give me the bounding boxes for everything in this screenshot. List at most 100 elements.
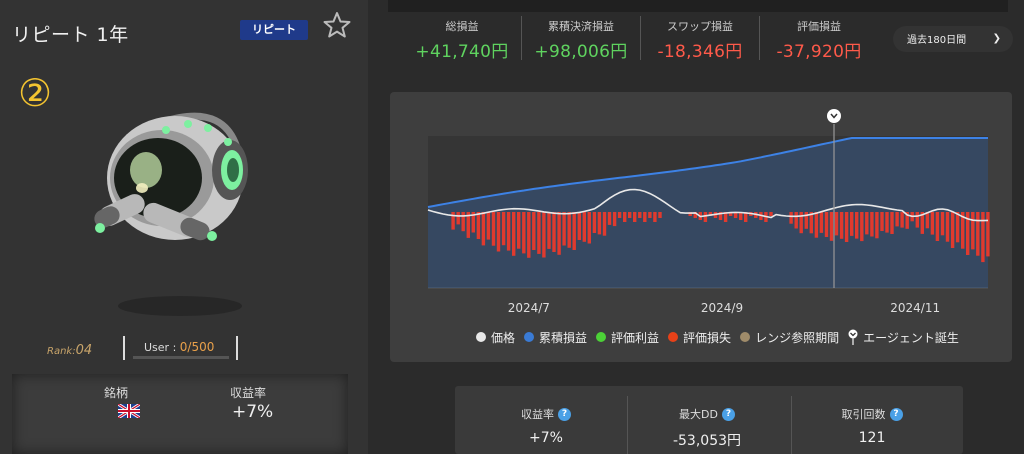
agent-birth-icon	[848, 329, 858, 345]
loss-bar	[844, 212, 849, 242]
divider	[791, 396, 792, 454]
legend-label: 累積損益	[539, 330, 588, 345]
loss-bar	[885, 212, 889, 233]
loss-bar	[532, 212, 536, 250]
loss-bar	[950, 212, 955, 248]
loss-bar	[607, 212, 612, 225]
legend-item-unrealized-gain[interactable]: 評価利益	[596, 329, 659, 346]
loss-bar	[769, 212, 773, 216]
loss-bar	[597, 212, 602, 235]
period-label: 過去180日間	[907, 35, 967, 46]
loss-bar	[496, 212, 501, 252]
loss-bar	[638, 212, 642, 218]
loss-bar	[925, 212, 930, 229]
x-tick-label: 2024/7	[508, 301, 550, 315]
legend-dot	[596, 332, 607, 342]
loss-bar	[522, 212, 526, 254]
loss-bar	[602, 212, 607, 236]
loss-bar	[517, 212, 521, 249]
loss-bar	[955, 212, 960, 243]
loss-bar	[648, 212, 652, 218]
return-value: +7%	[232, 402, 274, 422]
stat-label: 累積決済損益	[548, 20, 614, 33]
legend-label: 評価損失	[683, 330, 732, 345]
legend-item-unrealized-loss[interactable]: 評価損失	[668, 329, 731, 346]
rank-label: Rank:	[47, 346, 76, 357]
user-count: User : 0/500	[144, 340, 214, 354]
loss-bar	[895, 212, 899, 227]
stat-unrealized-pl: 評価損益 -37,920円	[760, 18, 878, 62]
period-select[interactable]: 過去180日間 ❯	[893, 26, 1013, 52]
help-icon[interactable]: ?	[889, 407, 903, 421]
agent-number: ②	[18, 71, 53, 115]
summary-label-text: 取引回数	[841, 408, 886, 421]
summary-box: 収益率? +7% 最大DD? -53,053円 取引回数? 121	[455, 386, 963, 454]
summary-value: 121	[858, 430, 886, 446]
agent-title: リピート 1年	[12, 24, 129, 46]
chevron-right-icon: ❯	[992, 33, 1001, 44]
loss-bar	[940, 212, 945, 236]
loss-bar	[527, 212, 531, 258]
loss-bar	[915, 212, 919, 228]
divider	[627, 396, 628, 454]
legend-item-range-period[interactable]: レンジ参照期間	[740, 329, 839, 346]
stat-label: 総損益	[445, 20, 479, 33]
legend-item-price[interactable]: 価格	[476, 329, 515, 346]
loss-bar	[612, 212, 617, 227]
help-icon[interactable]: ?	[558, 407, 571, 421]
loss-bar	[794, 212, 798, 229]
loss-bar	[633, 212, 637, 222]
loss-bar	[976, 212, 980, 256]
stat-total-pl: 総損益 +41,740円	[403, 18, 521, 62]
loss-bar	[512, 212, 516, 256]
pair-label: 銘柄	[104, 386, 129, 400]
summary-value: -53,053円	[672, 433, 742, 449]
loss-bar	[557, 212, 561, 255]
loss-bar	[628, 212, 632, 218]
legend-dot	[740, 332, 751, 342]
legend-label: レンジ参照期間	[755, 330, 840, 345]
loss-bar	[890, 212, 894, 234]
summary-label-text: 収益率	[521, 408, 554, 421]
loss-bar	[486, 212, 491, 240]
stat-settled-pl: 累積決済損益 +98,006円	[522, 18, 640, 62]
loss-bar	[623, 212, 627, 222]
loss-bar	[592, 212, 597, 233]
loss-bar	[491, 212, 496, 246]
agent-robot-image	[94, 112, 248, 316]
stat-value: -18,346円	[657, 42, 743, 62]
loss-bar	[552, 212, 556, 252]
legend-dot	[476, 332, 486, 342]
summary-label-text: 最大DD	[679, 408, 718, 421]
agent-info-box: 銘柄 収益率 +7%	[12, 374, 348, 454]
loss-bar	[981, 212, 985, 263]
help-icon[interactable]: ?	[721, 407, 735, 421]
divider	[236, 336, 238, 360]
summary-label: 収益率?	[471, 406, 621, 422]
legend-dot	[524, 332, 535, 342]
legend-label: エージェント誕生	[863, 330, 959, 345]
loss-bar	[789, 212, 793, 224]
stat-value: +41,740円	[415, 42, 509, 62]
loss-bar	[456, 212, 460, 225]
legend-item-cumulative[interactable]: 累積損益	[524, 329, 587, 346]
rank-value: 04	[75, 343, 93, 358]
loss-bar	[542, 212, 546, 258]
favorite-star-icon[interactable]	[322, 10, 352, 40]
summary-max-dd: 最大DD? -53,053円	[632, 406, 782, 450]
loss-bar	[860, 212, 864, 242]
loss-bar	[834, 212, 839, 236]
stat-swap-pl: スワップ損益 -18,346円	[641, 18, 759, 62]
summary-trades: 取引回数? 121	[797, 406, 947, 446]
summary-return: 収益率? +7%	[471, 406, 621, 446]
loss-bar	[870, 212, 874, 237]
loss-bar	[481, 212, 486, 246]
loss-bar	[930, 212, 935, 235]
user-label: User :	[144, 341, 180, 354]
loss-bar	[567, 212, 571, 248]
top-tab-strip	[388, 0, 1008, 12]
loss-bar	[971, 212, 975, 250]
loss-bar	[814, 212, 819, 238]
divider	[123, 336, 125, 360]
legend-item-agent-birth[interactable]: エージェント誕生	[848, 329, 959, 346]
